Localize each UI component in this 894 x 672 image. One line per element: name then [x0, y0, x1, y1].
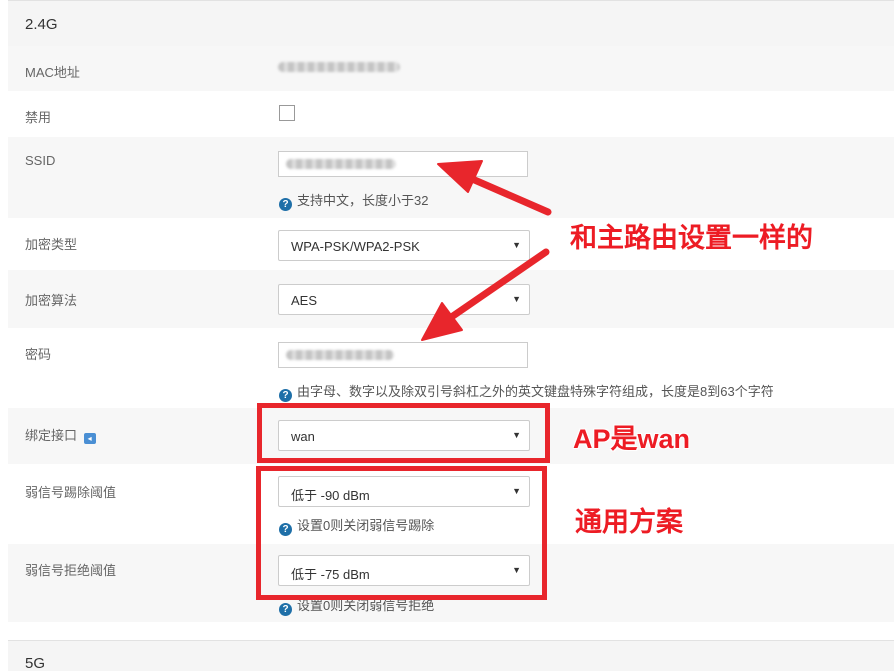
- annotation-arrows: [421, 160, 552, 341]
- arrow-to-ssid-head: [437, 160, 483, 193]
- arrow-to-password-line: [446, 248, 550, 322]
- arrow-to-ssid-line: [466, 174, 552, 216]
- annotation-same-as-main: 和主路由设置一样的: [570, 223, 813, 253]
- annotation-ap-wan: AP是wan: [573, 424, 691, 454]
- arrow-to-password-head: [421, 302, 463, 341]
- annotation-general: 通用方案: [575, 507, 683, 537]
